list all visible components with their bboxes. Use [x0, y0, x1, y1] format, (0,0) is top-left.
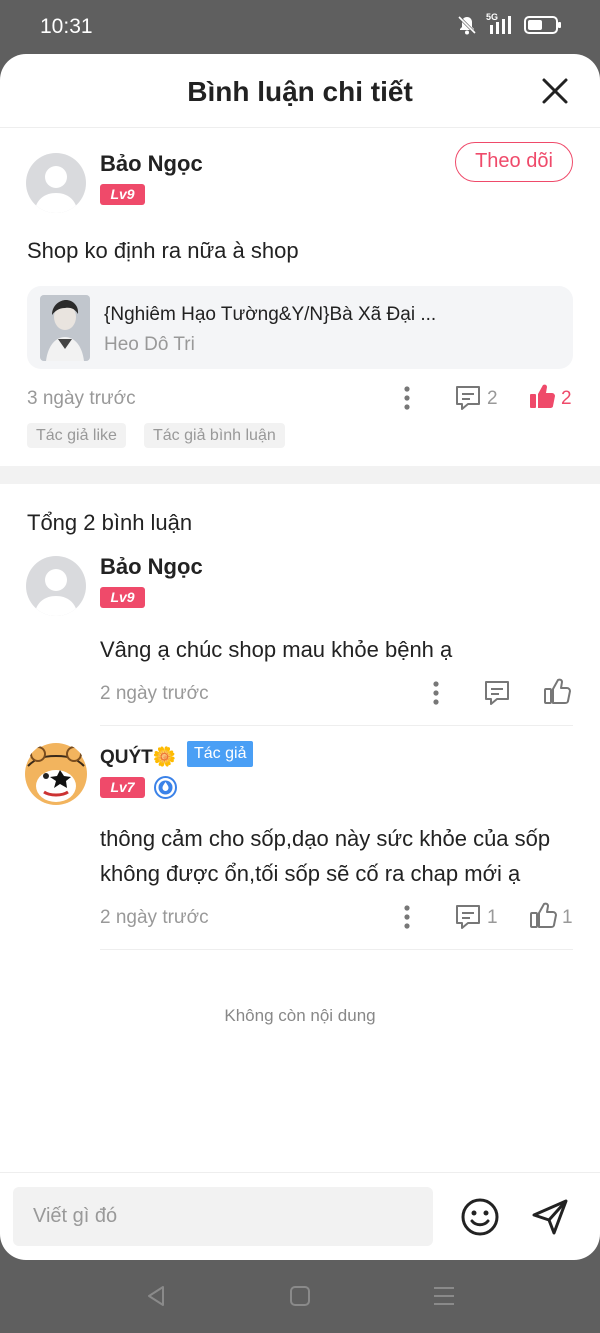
comment-icon [456, 905, 480, 929]
status-bar: 10:31 5G [0, 0, 600, 54]
like-button[interactable] [529, 901, 557, 934]
reply-button[interactable] [454, 384, 482, 417]
menu-button[interactable] [432, 1284, 456, 1313]
like-button[interactable] [543, 677, 571, 710]
like-count: 2 [561, 388, 572, 409]
avatar[interactable] [26, 556, 86, 616]
reply-count: 1 [487, 907, 498, 928]
avatar[interactable] [24, 742, 88, 806]
send-button[interactable] [530, 1197, 570, 1242]
navigation-bar [0, 1260, 600, 1333]
divider [100, 725, 573, 726]
signal-icon: 5G [486, 12, 516, 36]
thumb-up-icon [530, 902, 557, 928]
level-badge: Lv9 [100, 587, 145, 608]
back-icon [148, 1286, 164, 1306]
menu-icon [434, 1287, 454, 1305]
story-author: Heo Dô Tri [104, 334, 195, 355]
author-badge: Tác giả [187, 741, 254, 767]
default-avatar-icon [34, 166, 78, 213]
mute-icon [456, 14, 478, 36]
more-icon [404, 386, 410, 410]
emoji-button[interactable] [460, 1197, 500, 1242]
tag-author-commented: Tác giả bình luận [144, 423, 285, 448]
close-button[interactable] [540, 76, 570, 106]
thumb-up-icon [544, 678, 571, 704]
avatar[interactable] [26, 153, 86, 213]
close-icon [542, 78, 568, 104]
comment-time: 3 ngày trước [27, 388, 136, 409]
follow-button[interactable]: Theo dõi [455, 142, 573, 182]
story-card[interactable]: {Nghiêm Hạo Tường&Y/N}Bà Xã Đại ... Heo … [27, 286, 573, 369]
sheet-header: Bình luận chi tiết [0, 54, 600, 128]
more-button[interactable] [429, 680, 443, 711]
default-avatar-icon [34, 569, 78, 616]
end-of-content: Không còn nội dung [224, 1006, 376, 1025]
comment-icon [485, 681, 509, 705]
home-button[interactable] [289, 1284, 311, 1313]
comment-icon [456, 386, 480, 410]
page-title: Bình luận chi tiết [187, 76, 413, 107]
reply-text-line: thông cảm cho sốp,dạo này sức khỏe của s… [100, 826, 551, 851]
total-comments-label: Tổng 2 bình luận [27, 510, 193, 535]
story-cover [40, 295, 90, 361]
user-name[interactable]: Bảo Ngọc [100, 554, 203, 580]
divider [100, 949, 573, 950]
more-button[interactable] [400, 385, 414, 416]
reply-count: 2 [487, 388, 498, 409]
reply-button[interactable] [454, 903, 482, 936]
user-name[interactable]: QUÝT🌼 [100, 745, 176, 769]
home-icon [290, 1286, 310, 1306]
tag-author-liked: Tác giả like [27, 423, 126, 448]
comment-input-bar [0, 1172, 600, 1260]
reply-button[interactable] [483, 679, 511, 712]
thumb-up-icon [530, 384, 555, 408]
comment-input[interactable] [13, 1187, 433, 1246]
status-icons: 5G [456, 12, 562, 36]
back-button[interactable] [145, 1284, 167, 1313]
status-time: 10:31 [40, 15, 93, 38]
reply-time: 2 ngày trước [100, 683, 209, 704]
level-badge: Lv7 [100, 777, 145, 798]
reply-time: 2 ngày trước [100, 907, 209, 928]
level-badge: Lv9 [100, 184, 145, 205]
reply-text-line: không được ổn,tối sốp sẽ cố ra chap mới … [100, 861, 521, 886]
reply-text: Vâng ạ chúc shop mau khỏe bệnh ạ [100, 637, 453, 662]
more-icon [404, 905, 410, 929]
send-icon [532, 1199, 568, 1235]
emoji-icon [461, 1198, 499, 1236]
user-name[interactable]: Bảo Ngọc [100, 151, 203, 177]
tiger-avatar-icon [25, 743, 87, 805]
comment-detail-sheet: Bình luận chi tiết Bảo Ngọc Lv9 Theo dõi… [0, 54, 600, 1260]
comment-text: Shop ko định ra nữa à shop [27, 238, 299, 263]
more-button[interactable] [400, 904, 414, 935]
like-count: 1 [562, 907, 573, 928]
like-button[interactable] [528, 382, 556, 415]
more-icon [433, 681, 439, 705]
battery-icon [524, 15, 562, 35]
story-title: {Nghiêm Hạo Tường&Y/N}Bà Xã Đại ... [104, 304, 437, 325]
verified-icon [154, 776, 177, 804]
section-divider [0, 466, 600, 484]
